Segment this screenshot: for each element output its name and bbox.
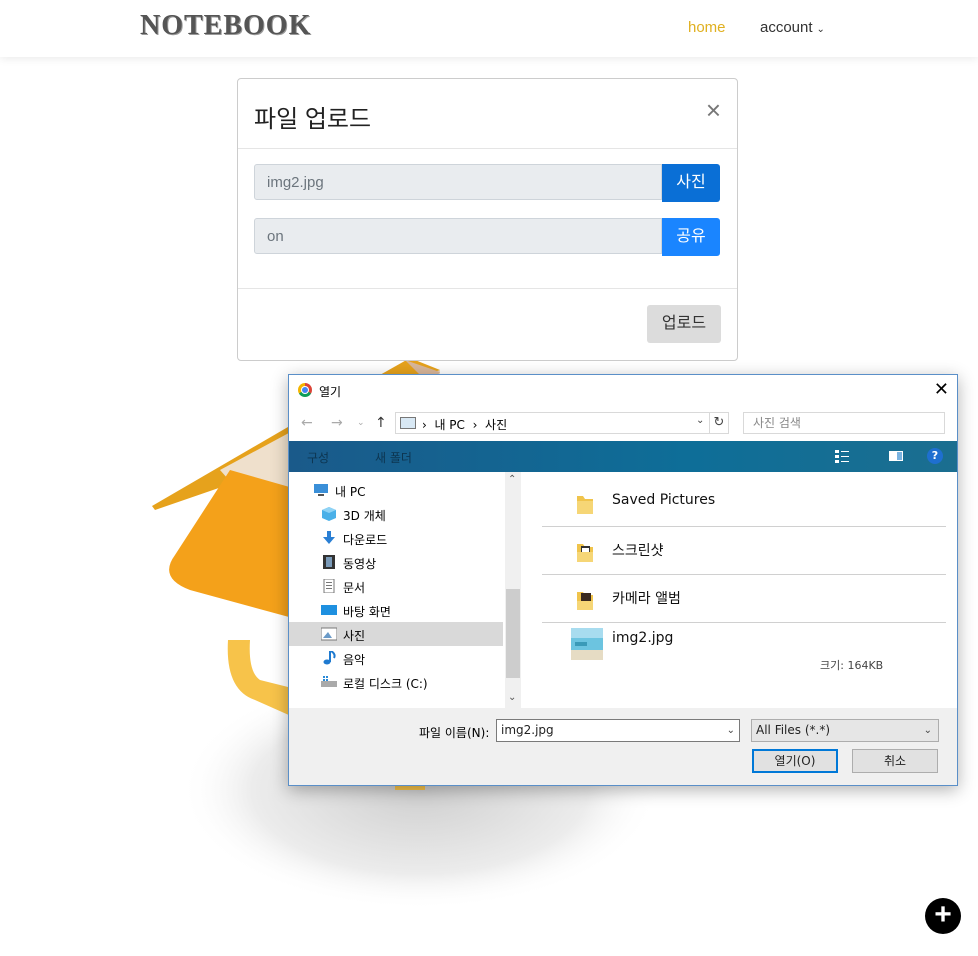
new-folder-button[interactable]: 새 폴더 — [375, 449, 412, 466]
photo-button[interactable]: 사진 — [662, 164, 720, 202]
folder-icon — [577, 592, 593, 610]
tree-item-label: 사진 — [343, 629, 366, 643]
address-bar[interactable]: › 내 PC › 사진 ⌄ — [395, 412, 729, 434]
breadcrumb-item-pc[interactable]: 내 PC — [434, 418, 464, 432]
add-button[interactable]: + — [925, 898, 961, 934]
file-name: 스크린샷 — [612, 543, 664, 559]
folder-icon — [577, 496, 593, 514]
share-input[interactable]: on — [254, 218, 662, 254]
dialog-toolbar: 구성 새 폴더 ? — [289, 441, 957, 472]
file-name: Saved Pictures — [612, 492, 716, 508]
download-arrow-icon — [323, 531, 335, 544]
refresh-icon[interactable]: ↻ — [709, 412, 729, 434]
photo-filename-input[interactable]: img2.jpg — [254, 164, 662, 200]
search-input[interactable]: 사진 검색 — [743, 412, 945, 434]
pc-icon — [314, 484, 328, 496]
scroll-up-icon[interactable]: ⌃ — [508, 474, 516, 485]
dialog-bottom-bar: 파일 이름(N): img2.jpg ⌄ All Files (*.*) ⌄ 열기(… — [289, 708, 957, 785]
back-arrow-icon[interactable]: ← — [301, 415, 313, 431]
share-button[interactable]: 공유 — [662, 218, 720, 256]
organize-button[interactable]: 구성 — [307, 449, 329, 466]
modal-footer: 업로드 — [238, 288, 737, 361]
view-options-icon[interactable] — [835, 449, 849, 463]
chevron-down-icon: ⌄ — [923, 725, 932, 736]
dialog-titlebar: 열기 ✕ — [289, 375, 957, 405]
chevron-down-icon: ⌄ — [816, 24, 825, 35]
address-bar-row: ← → ⌄ ↑ › 내 PC › 사진 ⌄ ↻ 사진 검색 — [289, 405, 957, 441]
chevron-down-icon[interactable]: ⌄ — [696, 415, 704, 426]
tree-item-desktop[interactable]: 바탕 화면 — [289, 598, 505, 622]
filetype-value: All Files (*.*) — [756, 723, 831, 737]
open-button[interactable]: 열기(O) — [752, 749, 838, 773]
file-item-img2[interactable]: img2.jpg 크기: 164KB — [542, 622, 946, 692]
tree-item-downloads[interactable]: 다운로드 — [289, 526, 505, 550]
tree-item-label: 바탕 화면 — [343, 605, 391, 619]
breadcrumb-item-photos[interactable]: 사진 — [485, 418, 507, 432]
chrome-icon — [298, 383, 312, 397]
filename-label: 파일 이름(N): — [419, 726, 490, 740]
file-item-screenshots[interactable]: 스크린샷 — [542, 526, 946, 575]
tree-item-documents[interactable]: 문서 — [289, 574, 505, 598]
navigation-tree: 내 PC 3D 개체 다운로드 동영상 문서 바탕 화면 사진 음악 로컬 디스… — [289, 472, 505, 708]
pc-icon — [400, 417, 416, 429]
breadcrumb: › 내 PC › 사진 — [422, 418, 508, 432]
disk-icon — [321, 676, 337, 687]
modal-header: 파일 업로드 × — [238, 79, 737, 149]
tree-item-label: 3D 개체 — [343, 509, 386, 523]
upload-button[interactable]: 업로드 — [647, 305, 721, 343]
tree-item-local-disk[interactable]: 로컬 디스크 (C:) — [289, 670, 505, 694]
file-size: 크기: 164KB — [820, 659, 884, 672]
nav-account-label: account — [760, 19, 813, 36]
scrollbar-thumb[interactable] — [506, 589, 520, 678]
tree-item-label: 문서 — [343, 581, 366, 595]
tree-item-label: 동영상 — [343, 557, 377, 571]
navigation-scrollbar[interactable]: ⌃ ⌄ — [505, 472, 521, 708]
cube-icon — [322, 507, 336, 521]
forward-arrow-icon[interactable]: → — [331, 415, 343, 431]
filename-input[interactable]: img2.jpg ⌄ — [496, 719, 740, 742]
filetype-select[interactable]: All Files (*.*) ⌄ — [751, 719, 939, 742]
music-note-icon — [323, 651, 336, 665]
share-field: on 공유 — [254, 218, 720, 256]
tree-item-music[interactable]: 음악 — [289, 646, 505, 670]
file-open-dialog: 열기 ✕ ← → ⌄ ↑ › 내 PC › 사진 ⌄ ↻ 사진 검색 구성 새 … — [288, 374, 958, 786]
chevron-down-icon[interactable]: ⌄ — [727, 720, 735, 741]
folder-icon — [577, 544, 593, 562]
tree-item-label: 음악 — [343, 653, 366, 667]
file-item-saved-pictures[interactable]: Saved Pictures — [542, 478, 946, 527]
up-arrow-icon[interactable]: ↑ — [375, 415, 387, 431]
nav-link-account[interactable]: account ⌄ — [760, 19, 825, 36]
desktop-icon — [321, 605, 337, 615]
tree-item-this-pc[interactable]: 내 PC — [289, 478, 505, 502]
tree-item-label: 로컬 디스크 (C:) — [343, 677, 428, 691]
upload-modal: 파일 업로드 × img2.jpg 사진 on 공유 업로드 — [237, 78, 738, 361]
filename-value: img2.jpg — [501, 723, 554, 737]
close-icon[interactable]: × — [706, 97, 721, 123]
dialog-title: 열기 — [319, 385, 342, 399]
file-name: 카메라 앨범 — [612, 591, 681, 607]
modal-title: 파일 업로드 — [254, 106, 372, 133]
top-navbar: NOTEBOOK home account ⌄ — [0, 0, 978, 57]
preview-pane-icon[interactable] — [889, 449, 903, 463]
tree-item-label: 내 PC — [335, 485, 366, 499]
close-icon[interactable]: ✕ — [934, 379, 949, 400]
file-item-camera-roll[interactable]: 카메라 앨범 — [542, 574, 946, 623]
tree-item-label: 다운로드 — [343, 533, 388, 547]
brand-logo[interactable]: NOTEBOOK — [140, 10, 311, 42]
recent-dropdown-icon[interactable]: ⌄ — [357, 418, 365, 428]
tree-item-pictures[interactable]: 사진 — [289, 622, 503, 646]
tree-item-videos[interactable]: 동영상 — [289, 550, 505, 574]
image-thumbnail-icon — [571, 628, 603, 660]
nav-link-home[interactable]: home — [688, 19, 726, 36]
film-icon — [323, 555, 335, 569]
photo-field: img2.jpg 사진 — [254, 164, 720, 202]
cancel-button[interactable]: 취소 — [852, 749, 938, 773]
scroll-down-icon[interactable]: ⌄ — [508, 692, 516, 703]
document-icon — [323, 579, 335, 593]
file-name: img2.jpg — [612, 630, 674, 646]
tree-item-3d-objects[interactable]: 3D 개체 — [289, 502, 505, 526]
picture-icon — [321, 627, 337, 641]
file-list: Saved Pictures 스크린샷 카메라 앨범 img2.jpg 크기: … — [521, 472, 957, 708]
help-icon[interactable]: ? — [927, 448, 943, 464]
